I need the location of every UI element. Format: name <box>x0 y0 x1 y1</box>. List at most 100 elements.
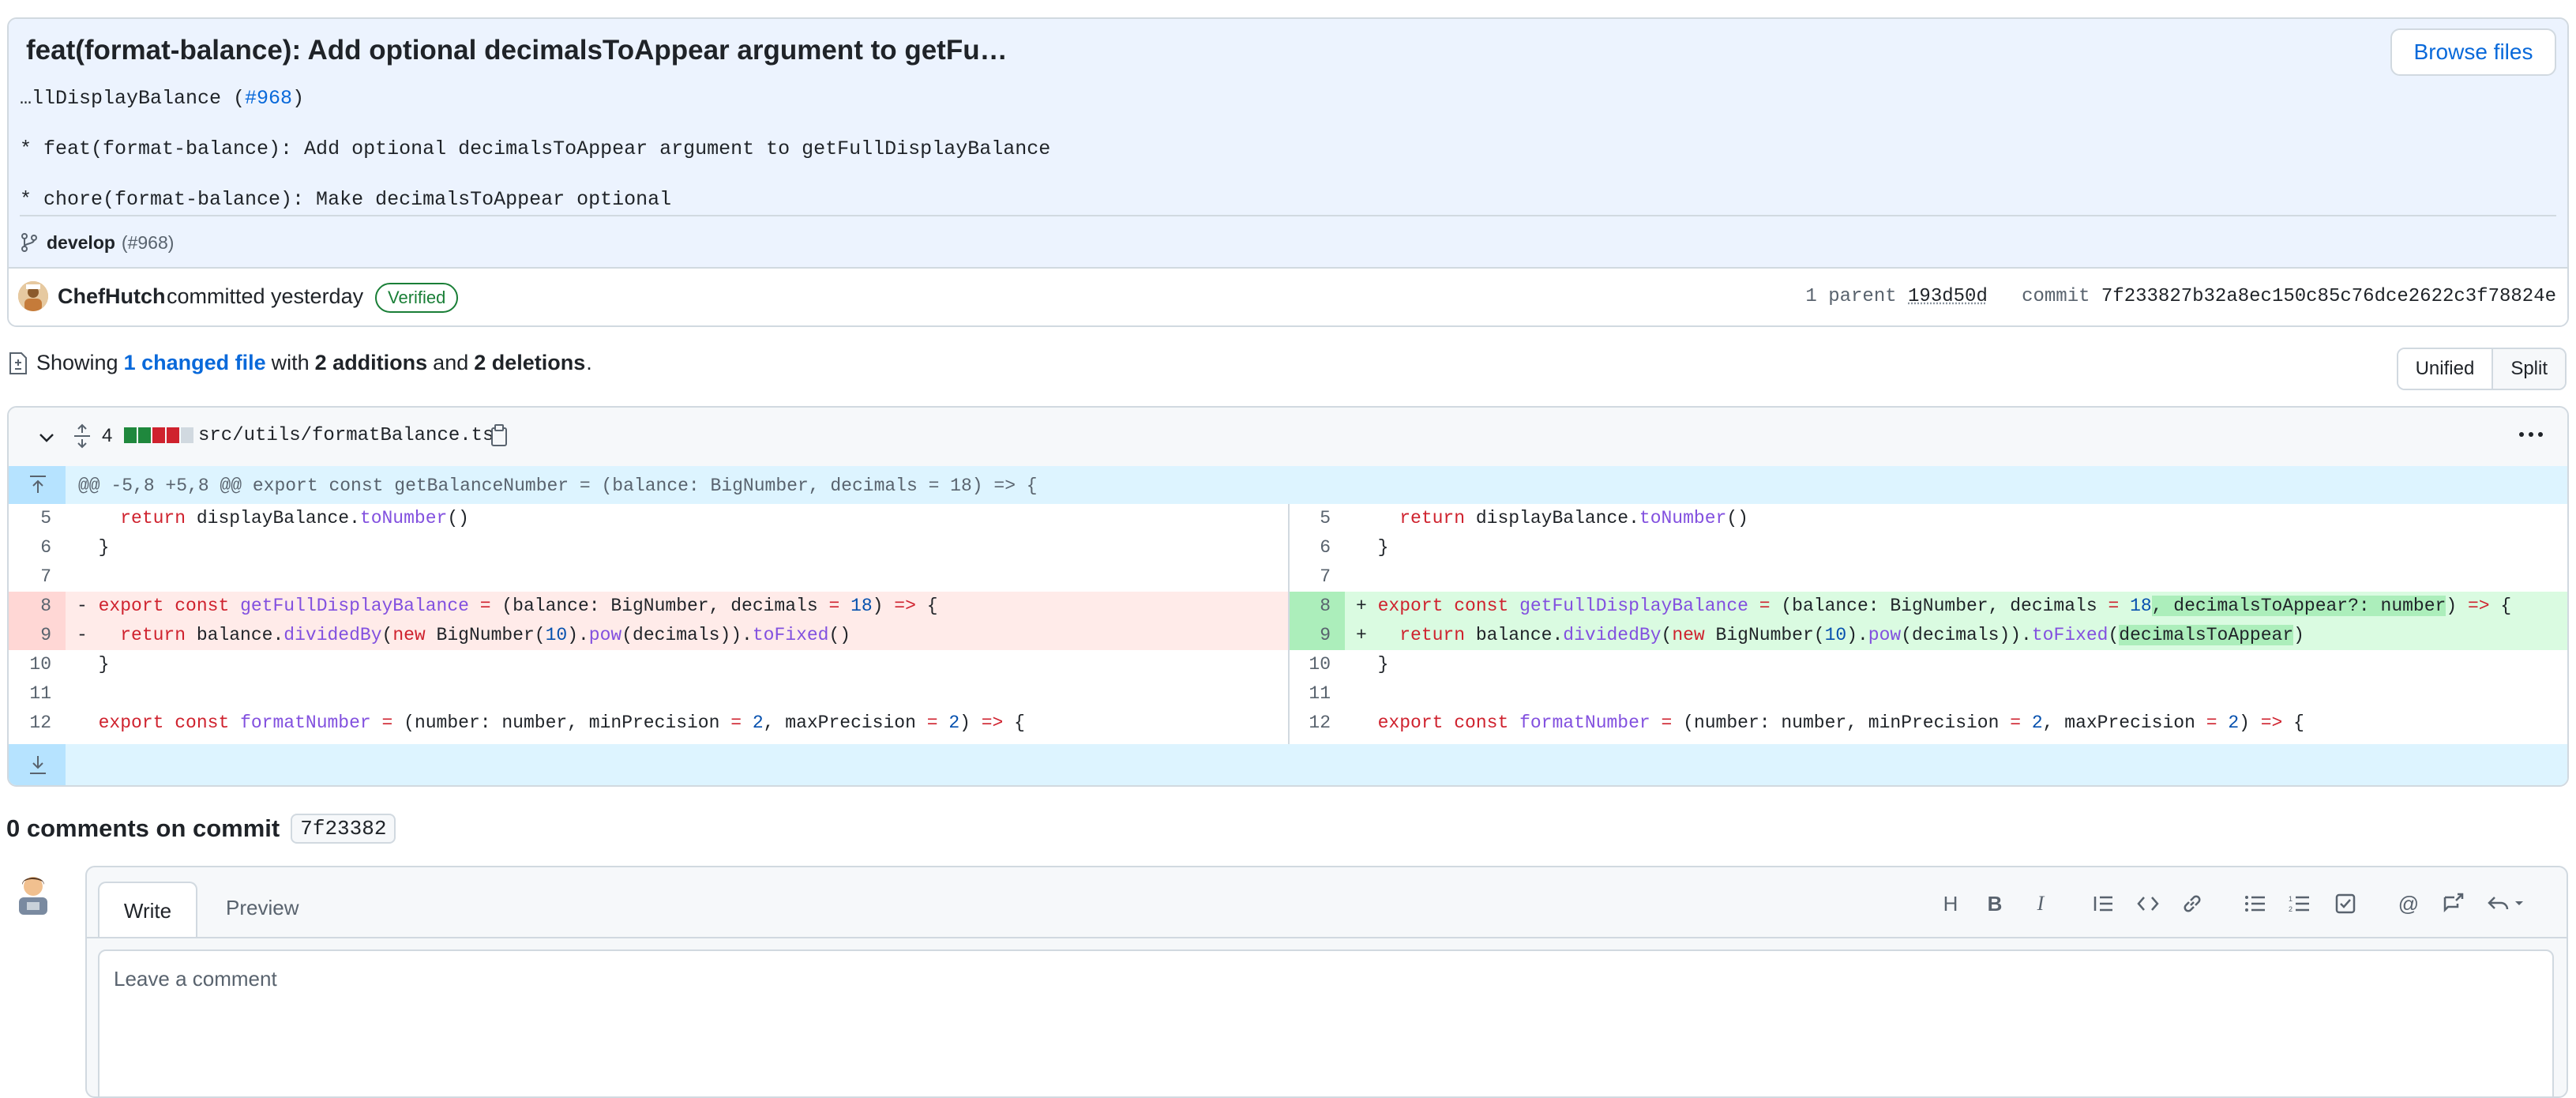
diff-summary: Showing 1 changed file with 2 additions … <box>8 351 592 375</box>
file-diff: 4 src/utils/formatBalance.ts @@ -5,8 +5,… <box>7 406 2569 787</box>
expand-up-icon <box>30 476 46 493</box>
cross-reference-icon[interactable] <box>2439 889 2467 918</box>
expand-down-button[interactable] <box>9 744 66 785</box>
line-number[interactable]: 7 <box>1288 562 1345 592</box>
comments-heading: 0 comments on commit 7f23382 <box>6 814 396 844</box>
split-view-button[interactable]: Split <box>2493 349 2565 389</box>
code-line: export const formatNumber = (number: num… <box>1377 713 2304 733</box>
comment-textarea[interactable]: Leave a comment <box>98 949 2554 1096</box>
expand-all-icon[interactable] <box>72 423 92 449</box>
commit-header: feat(format-balance): Add optional decim… <box>9 19 2567 267</box>
line-number[interactable]: 8 <box>9 592 66 621</box>
deletions-count: 2 deletions <box>474 351 586 374</box>
comment-placeholder: Leave a comment <box>114 967 277 991</box>
ordered-list-icon[interactable]: 12 <box>2285 889 2314 918</box>
verified-badge[interactable]: Verified <box>375 283 459 313</box>
line-number[interactable]: 8 <box>1288 592 1345 621</box>
line-number[interactable]: 9 <box>1288 621 1345 650</box>
comment-editor: Write Preview H B I 12 @ Leave a comment <box>85 866 2568 1098</box>
divider <box>20 215 2556 216</box>
chevron-down-icon[interactable] <box>37 430 56 446</box>
line-number[interactable]: 11 <box>9 679 66 709</box>
current-user-avatar[interactable] <box>13 872 54 916</box>
change-count: 4 <box>102 425 113 446</box>
deleted-line: - export const getFullDisplayBalance = (… <box>66 592 1288 621</box>
unordered-list-icon[interactable] <box>2241 889 2270 918</box>
git-branch-icon <box>21 233 37 252</box>
link-icon[interactable] <box>2178 889 2206 918</box>
italic-icon[interactable]: I <box>2026 889 2055 918</box>
committed-time: committed yesterday <box>167 284 364 308</box>
added-line: + return balance.dividedBy(new BigNumber… <box>1345 621 2567 650</box>
line-number[interactable]: 10 <box>9 650 66 679</box>
tab-write[interactable]: Write <box>98 882 197 938</box>
line-number[interactable]: 5 <box>9 504 66 533</box>
quote-icon[interactable] <box>2090 889 2118 918</box>
task-list-icon[interactable] <box>2331 889 2360 918</box>
split-divider <box>1288 504 1290 744</box>
file-path[interactable]: src/utils/formatBalance.ts <box>198 425 494 446</box>
code-icon[interactable] <box>2134 889 2162 918</box>
file-diff-icon <box>9 352 27 374</box>
line-number[interactable]: 7 <box>9 562 66 592</box>
changed-files-link[interactable]: 1 changed file <box>124 351 266 375</box>
commit-message-line-1: …llDisplayBalance (#968) <box>20 87 305 110</box>
expand-up-button[interactable] <box>9 466 66 504</box>
line-number[interactable]: 12 <box>1288 709 1345 738</box>
commit-message-line-2: * feat(format-balance): Add optional dec… <box>20 137 1051 160</box>
hunk-header: @@ -5,8 +5,8 @@ export const getBalanceN… <box>9 466 2567 504</box>
commit-message-line-3: * chore(format-balance): Make decimalsTo… <box>20 188 672 211</box>
code-line: } <box>77 654 110 675</box>
branch-pr[interactable]: (#968) <box>122 232 174 254</box>
line-number[interactable]: 6 <box>9 533 66 562</box>
unified-view-button[interactable]: Unified <box>2398 349 2494 389</box>
code-line: export const formatNumber = (number: num… <box>98 713 1025 733</box>
line-number[interactable]: 9 <box>9 621 66 650</box>
line-number[interactable]: 12 <box>9 709 66 738</box>
commit-title: feat(format-balance): Add optional decim… <box>26 35 1008 66</box>
saved-replies-icon[interactable] <box>2484 889 2529 918</box>
file-header: 4 src/utils/formatBalance.ts <box>9 408 2567 468</box>
additions-count: 2 additions <box>314 351 428 374</box>
browse-files-button[interactable]: Browse files <box>2390 28 2556 76</box>
added-line: + export const getFullDisplayBalance = (… <box>1345 592 2567 621</box>
view-toggle: Unified Split <box>2396 348 2567 390</box>
expand-footer <box>9 744 2567 785</box>
author-row: ChefHutch committed yesterday Verified 1… <box>9 267 2567 325</box>
commit-hash: 7f233827b32a8ec150c85c76dce2622c3f78824e <box>2101 286 2556 307</box>
commit-box: feat(format-balance): Add optional decim… <box>7 17 2569 327</box>
tab-preview[interactable]: Preview <box>226 896 299 920</box>
copy-icon[interactable] <box>489 423 509 449</box>
heading-icon[interactable]: H <box>1936 889 1965 918</box>
expand-down-icon <box>30 756 46 774</box>
svg-text:2: 2 <box>2289 905 2292 913</box>
code-line: } <box>1356 654 1389 675</box>
pr-link[interactable]: #968 <box>245 87 292 110</box>
code-line: } <box>1356 537 1389 558</box>
code-line: } <box>77 537 110 558</box>
author-name[interactable]: ChefHutch <box>58 284 166 309</box>
kebab-menu-icon[interactable] <box>2518 430 2544 439</box>
avatar[interactable] <box>18 281 48 311</box>
code-line: return displayBalance.toNumber() <box>120 508 469 528</box>
parent-hash-link[interactable]: 193d50d <box>1908 286 1988 307</box>
line-number[interactable]: 10 <box>1288 650 1345 679</box>
divider <box>87 937 2567 938</box>
commit-short-hash: 7f23382 <box>291 814 396 844</box>
svg-text:1: 1 <box>2289 895 2292 903</box>
parent-info: 1 parent 193d50d commit 7f233827b32a8ec1… <box>1805 286 2556 307</box>
line-number[interactable]: 11 <box>1288 679 1345 709</box>
line-number[interactable]: 6 <box>1288 533 1345 562</box>
line-number[interactable]: 5 <box>1288 504 1345 533</box>
hunk-header-text: @@ -5,8 +5,8 @@ export const getBalanceN… <box>78 476 1038 496</box>
bold-icon[interactable]: B <box>1981 889 2009 918</box>
deleted-line: - return balance.dividedBy(new BigNumber… <box>66 621 1288 650</box>
branch-info: develop (#968) <box>20 228 174 257</box>
mention-icon[interactable]: @ <box>2394 889 2423 918</box>
code-line: return displayBalance.toNumber() <box>1399 508 1748 528</box>
branch-link[interactable]: develop <box>47 232 115 254</box>
